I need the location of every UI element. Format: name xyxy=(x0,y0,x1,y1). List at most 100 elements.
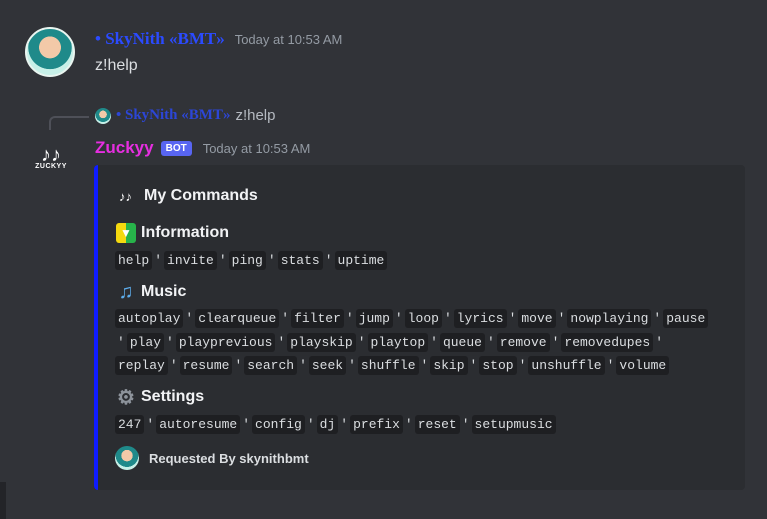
notes-icon: ♫ xyxy=(118,280,134,303)
bot-name[interactable]: Zuckyy xyxy=(95,138,154,158)
command-chip: jump xyxy=(355,309,393,328)
command-row: replay ' resume ' search ' seek ' shuffle ' skip ' s… xyxy=(115,356,670,375)
command-separator: ' xyxy=(394,311,403,326)
reply-connector xyxy=(49,116,89,130)
command-chip: replay xyxy=(115,356,168,375)
command-chip: pause xyxy=(663,309,709,328)
command-chip: queue xyxy=(439,333,485,352)
command-chip: playprevious xyxy=(175,333,276,352)
command-chip: setupmusic xyxy=(471,415,556,434)
bot-badge: BOT xyxy=(160,140,192,156)
section-information: ▼ Information xyxy=(116,223,229,243)
embed-title: My Commands xyxy=(144,187,258,204)
command-separator: ' xyxy=(218,253,227,268)
reply-content: z!help xyxy=(235,107,276,124)
command-chip: loop xyxy=(404,309,442,328)
command-row: 247 ' autoresume ' config ' dj ' prefix ' reset ' se… xyxy=(115,415,556,434)
command-separator: ' xyxy=(154,253,163,268)
reply-avatar xyxy=(95,107,111,124)
command-chip: clearqueue xyxy=(195,309,280,328)
command-chip: uptime xyxy=(334,251,388,270)
beginner-icon: ▼ xyxy=(116,223,136,243)
command-separator: ' xyxy=(281,311,290,326)
help-embed: ♪♪ My Commands ▼ Information help ' invite… xyxy=(94,165,745,490)
bot-timestamp: Today at 10:53 AM xyxy=(202,140,311,156)
command-chip: playtop xyxy=(367,333,429,352)
command-chip: config xyxy=(252,415,305,434)
bot-avatar[interactable]: ♪♪ ZUCKYY xyxy=(28,145,74,170)
left-panel-edge xyxy=(0,482,6,519)
command-separator: ' xyxy=(469,358,478,373)
command-chip: skip xyxy=(430,356,468,375)
command-separator: ' xyxy=(340,417,349,432)
command-chip: 247 xyxy=(115,415,145,434)
command-separator: ' xyxy=(117,335,125,350)
command-chip: nowplaying xyxy=(567,309,652,328)
command-separator: ' xyxy=(185,311,194,326)
command-separator: ' xyxy=(518,358,527,373)
command-chip: removedupes xyxy=(561,333,654,352)
embed-footer: Requested By skynithbmt xyxy=(115,446,309,470)
command-chip: move xyxy=(518,309,556,328)
section-title: Music xyxy=(141,283,187,300)
command-separator: ' xyxy=(443,311,452,326)
command-separator: ' xyxy=(551,335,560,350)
command-chip: stats xyxy=(277,251,323,270)
command-row: ' play ' playprevious ' playskip ' playtop ' queu… xyxy=(115,333,665,352)
command-chip: resume xyxy=(179,356,233,375)
command-separator: ' xyxy=(267,253,276,268)
command-chip: remove xyxy=(496,333,550,352)
command-separator: ' xyxy=(277,335,286,350)
command-separator: ' xyxy=(461,417,470,432)
command-chip: play xyxy=(126,333,165,352)
command-chip: volume xyxy=(616,356,670,375)
command-separator: ' xyxy=(557,311,566,326)
command-chip: autoresume xyxy=(156,415,241,434)
command-separator: ' xyxy=(306,417,315,432)
section-title: Settings xyxy=(141,388,205,405)
message-content: z!help xyxy=(95,57,138,74)
footer-avatar xyxy=(115,446,139,470)
command-separator: ' xyxy=(242,417,251,432)
reply-preview[interactable]: • SkyNith «BMT» z!help xyxy=(95,107,275,124)
command-separator: ' xyxy=(169,358,178,373)
command-separator: ' xyxy=(606,358,615,373)
reply-author[interactable]: • SkyNith «BMT» xyxy=(116,107,230,124)
command-chip: help xyxy=(115,251,153,270)
command-row: help ' invite ' ping ' stats ' uptime xyxy=(115,251,388,270)
command-chip: filter xyxy=(291,309,344,328)
command-separator: ' xyxy=(404,417,413,432)
command-separator: ' xyxy=(653,311,662,326)
command-separator: ' xyxy=(299,358,307,373)
section-settings: ⚙ Settings xyxy=(116,386,205,409)
command-separator: ' xyxy=(234,358,243,373)
command-chip: seek xyxy=(308,356,347,375)
gear-icon: ⚙ xyxy=(117,386,135,409)
section-music: ♫ Music xyxy=(116,280,187,303)
command-chip: invite xyxy=(164,251,217,270)
command-separator: ' xyxy=(348,358,356,373)
section-title: Information xyxy=(141,224,229,241)
embed-accent-bar xyxy=(94,165,98,490)
command-separator: ' xyxy=(430,335,438,350)
command-chip: dj xyxy=(316,415,339,434)
command-chip: ping xyxy=(228,251,266,270)
message-author[interactable]: • SkyNith «BMT» xyxy=(95,29,225,49)
command-chip: unshuffle xyxy=(528,356,605,375)
command-chip: autoplay xyxy=(115,309,184,328)
command-chip: shuffle xyxy=(357,356,419,375)
command-separator: ' xyxy=(324,253,333,268)
command-chip: lyrics xyxy=(453,309,507,328)
user-avatar[interactable] xyxy=(25,27,75,77)
command-separator: ' xyxy=(486,335,495,350)
command-row: autoplay ' clearqueue ' filter ' jump ' loop ' lyr… xyxy=(115,309,709,328)
command-separator: ' xyxy=(655,335,664,350)
command-separator: ' xyxy=(508,311,517,326)
command-separator: ' xyxy=(420,358,429,373)
command-separator: ' xyxy=(345,311,354,326)
message-timestamp: Today at 10:53 AM xyxy=(234,32,343,47)
footer-text: Requested By skynithbmt xyxy=(149,450,309,466)
command-separator: ' xyxy=(357,335,366,350)
command-separator: ' xyxy=(166,335,174,350)
command-chip: stop xyxy=(479,356,517,375)
